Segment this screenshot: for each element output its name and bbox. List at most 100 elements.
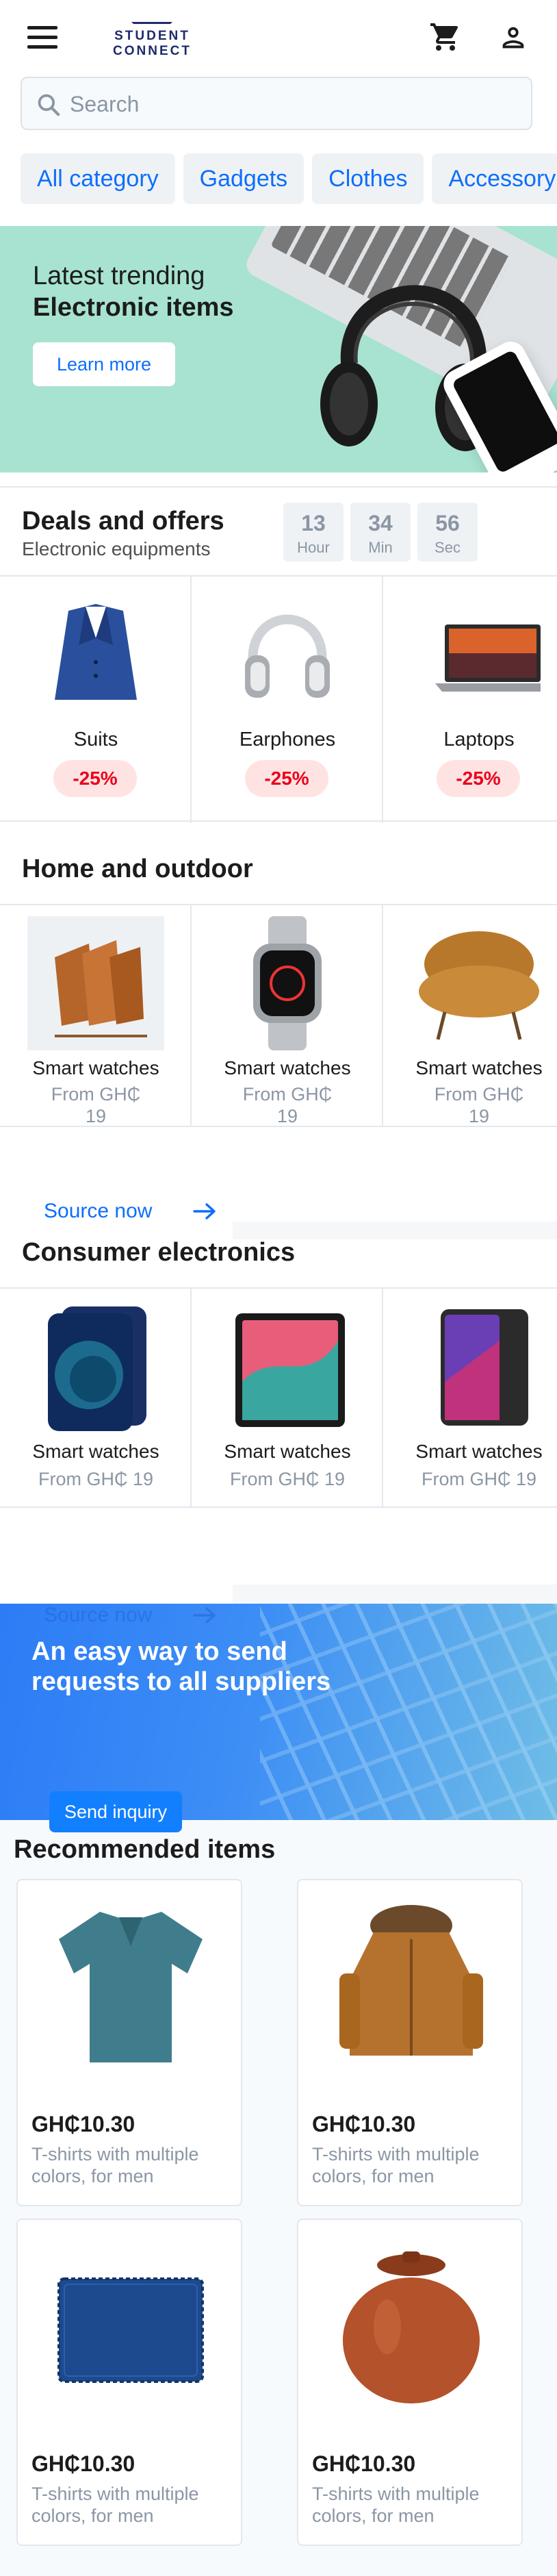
source-strip-shade bbox=[233, 1584, 557, 1604]
price-line1: From GH₵ bbox=[51, 1084, 141, 1104]
recommended-description: T-shirts with multiple colors, for men bbox=[312, 2484, 480, 2526]
hamburger-menu-icon[interactable] bbox=[27, 26, 57, 49]
recommended-description: T-shirts with multiple colors, for men bbox=[31, 2484, 199, 2526]
product-card[interactable]: Smart watches From GH₵ 19 bbox=[0, 905, 192, 1126]
user-profile-icon[interactable] bbox=[497, 22, 530, 53]
clay-pot-image bbox=[343, 2251, 480, 2403]
smartwatch-image bbox=[253, 916, 322, 1050]
magazine-rack-image bbox=[27, 916, 164, 1050]
timer-seconds: 56 Sec bbox=[417, 503, 478, 561]
product-card[interactable]: Smart watches From GH₵ 19 bbox=[0, 1289, 192, 1506]
deals-section: Deals and offers Electronic equipments 1… bbox=[0, 486, 557, 823]
recommended-description: T-shirts with multiple colors, for men bbox=[312, 2144, 480, 2186]
inquiry-title: An easy way to send requests to all supp… bbox=[31, 1637, 331, 1696]
product-price: From GH₵ 19 bbox=[38, 1469, 154, 1489]
recommended-title: Recommended items bbox=[14, 1835, 276, 1864]
price-line1: From GH₵ bbox=[242, 1084, 333, 1104]
send-inquiry-button[interactable]: Send inquiry bbox=[49, 1791, 182, 1832]
deals-title: Deals and offers bbox=[22, 507, 224, 535]
product-card[interactable]: Smart watches From GH₵ 19 bbox=[383, 905, 557, 1126]
wallet-image bbox=[57, 2277, 204, 2383]
earphones-image bbox=[245, 614, 330, 698]
brand-logo[interactable]: STUDENT CONNECT bbox=[103, 22, 202, 58]
product-name: Smart watches bbox=[415, 1057, 543, 1078]
arrow-right-icon[interactable] bbox=[192, 1605, 219, 1626]
electronics-title: Consumer electronics bbox=[22, 1238, 296, 1267]
product-name: Smart watches bbox=[224, 1057, 351, 1078]
logo-roof-icon bbox=[131, 22, 172, 30]
laptop-image bbox=[435, 624, 541, 692]
source-strip bbox=[0, 1509, 557, 1584]
product-card[interactable]: Smart watches From GH₵ 19 bbox=[192, 1289, 383, 1506]
timer-hours-value: 13 bbox=[301, 511, 326, 535]
suit-image bbox=[55, 604, 137, 700]
price-line2: 19 bbox=[85, 1106, 107, 1126]
timer-seconds-value: 56 bbox=[435, 511, 460, 535]
arrow-right-icon[interactable] bbox=[192, 1201, 219, 1222]
hero-title: Latest trending Electronic items bbox=[33, 260, 234, 323]
price-line2: 19 bbox=[468, 1106, 490, 1126]
deal-item[interactable]: Laptops -25% bbox=[383, 577, 557, 823]
source-now-link[interactable]: Source now bbox=[44, 1200, 152, 1223]
deals-subtitle: Electronic equipments bbox=[22, 538, 211, 559]
android-phone-image bbox=[441, 1309, 528, 1426]
search-input[interactable] bbox=[70, 88, 508, 121]
product-price: From GH₵ 19 bbox=[205, 1083, 370, 1127]
iphone-image bbox=[48, 1306, 146, 1431]
source-now-link[interactable]: Source now bbox=[44, 1604, 152, 1627]
armchair-image bbox=[419, 931, 539, 1040]
logo-text-line1: STUDENT bbox=[114, 29, 190, 43]
home-outdoor-grid: Smart watches From GH₵ 19 Smart watches … bbox=[0, 904, 557, 1127]
recommended-card[interactable]: GH₵10.30 T-shirts with multiple colors, … bbox=[297, 1879, 523, 2206]
price-line1: From GH₵ bbox=[434, 1084, 524, 1104]
deal-item[interactable]: Suits -25% bbox=[0, 577, 192, 823]
search-box[interactable] bbox=[21, 77, 532, 130]
product-card[interactable]: Smart watches From GH₵ 19 bbox=[192, 905, 383, 1126]
category-chip-clothes[interactable]: Clothes bbox=[312, 153, 424, 204]
inquiry-banner: Source now An easy way to send requests … bbox=[0, 1604, 557, 1820]
deal-item[interactable]: Earphones -25% bbox=[192, 577, 383, 823]
deal-item-name: Laptops bbox=[443, 729, 515, 750]
category-chips: All category Gadgets Clothes Accessory bbox=[21, 153, 557, 204]
logo-text-line2: CONNECT bbox=[113, 44, 192, 58]
recommended-card[interactable]: GH₵10.30 T-shirts with multiple colors, … bbox=[16, 2219, 242, 2546]
deal-item-name: Suits bbox=[73, 729, 118, 750]
discount-badge: -25% bbox=[245, 760, 328, 797]
product-price: From GH₵ 19 bbox=[14, 1083, 178, 1127]
timer-hours: 13 Hour bbox=[283, 503, 344, 561]
timer-seconds-unit: Sec bbox=[435, 539, 461, 556]
timer-minutes-value: 34 bbox=[368, 511, 393, 535]
discount-badge: -25% bbox=[53, 760, 137, 797]
recommended-price: GH₵10.30 bbox=[312, 2112, 416, 2136]
category-chip-all[interactable]: All category bbox=[21, 153, 175, 204]
category-chip-gadgets[interactable]: Gadgets bbox=[183, 153, 305, 204]
product-price: From GH₵ 19 bbox=[229, 1469, 346, 1489]
learn-more-button[interactable]: Learn more bbox=[33, 342, 175, 386]
product-name: Smart watches bbox=[415, 1441, 543, 1462]
product-price: From GH₵ 19 bbox=[397, 1083, 557, 1127]
recommended-card[interactable]: GH₵10.30 T-shirts with multiple colors, … bbox=[16, 1879, 242, 2206]
deal-item-name: Earphones bbox=[239, 729, 336, 750]
electronics-grid: Smart watches From GH₵ 19 Smart watches … bbox=[0, 1287, 557, 1508]
price-line2: 19 bbox=[276, 1106, 298, 1126]
deals-grid: Suits -25% Earphones -25% Laptops -25% bbox=[0, 575, 557, 823]
recommended-price: GH₵10.30 bbox=[312, 2451, 416, 2476]
hero-title-line1: Latest trending bbox=[33, 262, 205, 290]
product-card[interactable]: Smart watches From GH₵ 19 bbox=[383, 1289, 557, 1506]
product-name: Smart watches bbox=[32, 1441, 159, 1462]
product-price: From GH₵ 19 bbox=[421, 1469, 537, 1489]
jacket-image bbox=[339, 1905, 483, 2056]
recommended-description: T-shirts with multiple colors, for men bbox=[31, 2144, 199, 2186]
timer-hours-unit: Hour bbox=[297, 539, 330, 556]
product-name: Smart watches bbox=[224, 1441, 351, 1462]
polo-shirt-image bbox=[59, 1912, 203, 2062]
recommended-price: GH₵10.30 bbox=[31, 2112, 135, 2136]
hero-banner: Latest trending Electronic items Learn m… bbox=[0, 226, 557, 472]
shopping-cart-icon[interactable] bbox=[428, 21, 463, 53]
timer-minutes-unit: Min bbox=[368, 539, 393, 556]
tablet-image bbox=[235, 1313, 345, 1427]
timer-minutes: 34 Min bbox=[350, 503, 411, 561]
recommended-card[interactable]: GH₵10.30 T-shirts with multiple colors, … bbox=[297, 2219, 523, 2546]
category-chip-accessory[interactable]: Accessory bbox=[432, 153, 557, 204]
home-outdoor-title: Home and outdoor bbox=[22, 855, 253, 883]
